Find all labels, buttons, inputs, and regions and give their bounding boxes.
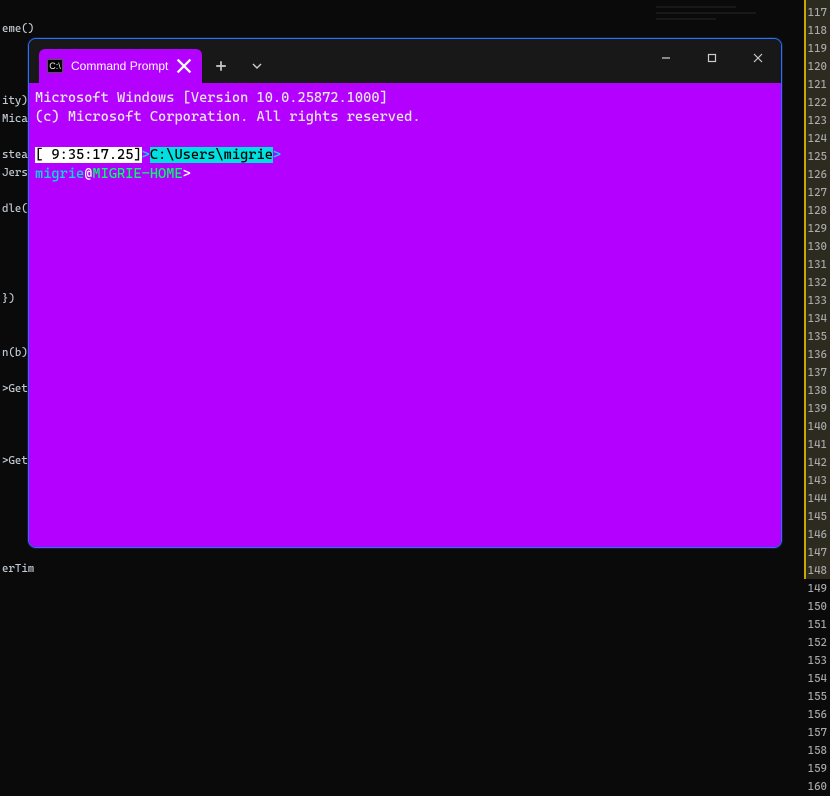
prompt-time: [ 9:35:17.25] xyxy=(35,147,142,163)
maximize-icon xyxy=(707,53,717,63)
line-number: 119 xyxy=(806,40,827,58)
line-number: 159 xyxy=(806,760,827,778)
line-number: 117 xyxy=(806,4,827,22)
prompt-host: MIGRIE-HOME xyxy=(92,166,182,182)
tab-title: Command Prompt xyxy=(71,59,168,73)
line-number: 143 xyxy=(806,472,827,490)
line-number: 127 xyxy=(806,184,827,202)
line-number: 121 xyxy=(806,76,827,94)
line-number: 151 xyxy=(806,616,827,634)
line-number: 129 xyxy=(806,220,827,238)
line-number: 120 xyxy=(806,58,827,76)
titlebar[interactable]: C:\ Command Prompt xyxy=(29,39,781,83)
banner-line-2: (c) Microsoft Corporation. All rights re… xyxy=(35,108,775,127)
new-tab-button[interactable] xyxy=(204,49,238,83)
line-number: 142 xyxy=(806,454,827,472)
line-number: 155 xyxy=(806,688,827,706)
tab-close-button[interactable] xyxy=(176,58,192,74)
line-number: 126 xyxy=(806,166,827,184)
line-number: 140 xyxy=(806,418,827,436)
terminal-window: C:\ Command Prompt Microsoft Windows [Ve… xyxy=(28,38,782,548)
line-number: 157 xyxy=(806,724,827,742)
prompt-gt-1: > xyxy=(142,147,150,163)
prompt-gt-3: > xyxy=(183,166,191,182)
line-number: 132 xyxy=(806,274,827,292)
code-fragment xyxy=(0,2,34,20)
line-number: 158 xyxy=(806,742,827,760)
blank-line xyxy=(35,127,775,146)
plus-icon xyxy=(215,60,227,72)
line-number: 139 xyxy=(806,400,827,418)
line-number: 138 xyxy=(806,382,827,400)
line-number: 152 xyxy=(806,634,827,652)
chevron-down-icon xyxy=(252,61,262,71)
line-number: 145 xyxy=(806,508,827,526)
prompt-gt-2: > xyxy=(273,147,281,163)
line-number: 150 xyxy=(806,598,827,616)
prompt-line-1: [ 9:35:17.25]>C:\Users\migrie> xyxy=(35,146,775,165)
editor-line-number-gutter: 1171181191201211221231241251261271281291… xyxy=(804,0,830,579)
line-number: 154 xyxy=(806,670,827,688)
line-number: 156 xyxy=(806,706,827,724)
prompt-path: C:\Users\migrie xyxy=(150,147,273,163)
line-number: 147 xyxy=(806,544,827,562)
line-number: 134 xyxy=(806,310,827,328)
minimize-button[interactable] xyxy=(643,39,689,77)
line-number: 137 xyxy=(806,364,827,382)
line-number: 131 xyxy=(806,256,827,274)
line-number: 128 xyxy=(806,202,827,220)
line-number: 135 xyxy=(806,328,827,346)
tab-dropdown-button[interactable] xyxy=(240,49,274,83)
line-number: 136 xyxy=(806,346,827,364)
code-fragment: eme()); xyxy=(0,20,34,38)
minimize-icon xyxy=(661,53,671,63)
line-number: 123 xyxy=(806,112,827,130)
tab-command-prompt[interactable]: C:\ Command Prompt xyxy=(39,49,202,83)
line-number: 149 xyxy=(806,580,827,598)
maximize-button[interactable] xyxy=(689,39,735,77)
close-icon xyxy=(753,53,763,63)
prompt-line-2: migrie@MIGRIE-HOME> xyxy=(35,165,775,184)
line-number: 118 xyxy=(806,22,827,40)
line-number: 122 xyxy=(806,94,827,112)
prompt-user: migrie xyxy=(35,166,84,182)
close-window-button[interactable] xyxy=(735,39,781,77)
close-icon xyxy=(176,58,192,74)
line-number: 146 xyxy=(806,526,827,544)
line-number: 133 xyxy=(806,292,827,310)
line-number: 130 xyxy=(806,238,827,256)
cmd-icon: C:\ xyxy=(47,59,63,73)
line-number: 160 xyxy=(806,778,827,796)
banner-line-1: Microsoft Windows [Version 10.0.25872.10… xyxy=(35,89,775,108)
line-number: 148 xyxy=(806,562,827,580)
line-number: 125 xyxy=(806,148,827,166)
code-fragment: erTimer(); xyxy=(0,560,34,578)
line-number: 141 xyxy=(806,436,827,454)
line-number: 144 xyxy=(806,490,827,508)
terminal-body[interactable]: Microsoft Windows [Version 10.0.25872.10… xyxy=(29,83,781,547)
line-number: 153 xyxy=(806,652,827,670)
line-number: 124 xyxy=(806,130,827,148)
window-controls xyxy=(643,39,781,77)
